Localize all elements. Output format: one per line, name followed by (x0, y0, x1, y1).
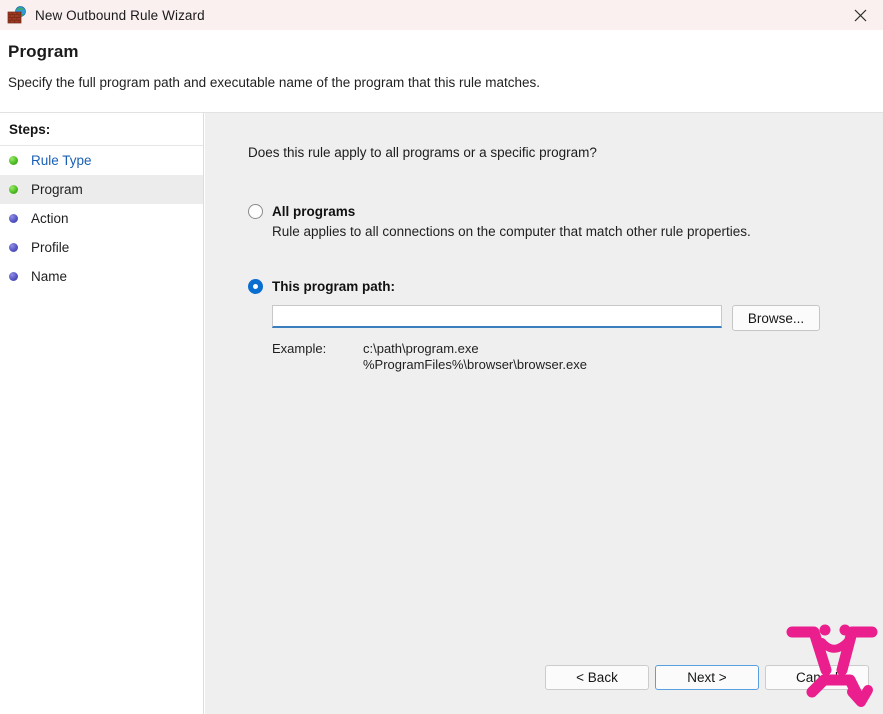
sidebar-item-profile[interactable]: Profile (0, 233, 203, 262)
step-bullet-icon (9, 185, 18, 194)
radio-this-program-path-row[interactable]: This program path: (248, 279, 395, 294)
sidebar-item-action[interactable]: Action (0, 204, 203, 233)
step-bullet-icon (9, 243, 18, 252)
step-bullet-icon (9, 272, 18, 281)
radio-this-program-path-icon[interactable] (248, 279, 263, 294)
all-programs-description: Rule applies to all connections on the c… (272, 224, 751, 239)
program-path-input[interactable] (272, 305, 722, 328)
question-text: Does this rule apply to all programs or … (248, 145, 597, 160)
steps-sidebar: Steps: Rule Type Program Action Profile (0, 113, 204, 714)
example-values: c:\path\program.exe %ProgramFiles%\brows… (363, 341, 587, 373)
browse-button[interactable]: Browse... (732, 305, 820, 331)
sidebar-item-label: Name (31, 269, 68, 284)
page-subtitle: Specify the full program path and execut… (8, 75, 541, 90)
firewall-globe-icon (7, 6, 27, 24)
back-button[interactable]: < Back (545, 665, 649, 690)
sidebar-item-label: Program (31, 182, 83, 197)
example-block: Example: c:\path\program.exe %ProgramFil… (272, 341, 587, 373)
steps-heading: Steps: (9, 122, 51, 137)
example-label: Example: (272, 341, 327, 356)
radio-this-program-path-label: This program path: (272, 279, 396, 294)
radio-all-programs-label: All programs (272, 204, 356, 219)
sidebar-item-name[interactable]: Name (0, 262, 203, 291)
sidebar-item-program[interactable]: Program (0, 175, 203, 204)
wizard-window: New Outbound Rule Wizard Program Specify… (0, 0, 883, 714)
example-value: c:\path\program.exe (363, 341, 479, 356)
next-button[interactable]: Next > (655, 665, 759, 690)
window-title: New Outbound Rule Wizard (35, 7, 205, 23)
close-icon (854, 9, 866, 21)
content-panel: Does this rule apply to all programs or … (205, 113, 883, 714)
cancel-button[interactable]: Cancel (765, 665, 869, 690)
steps-list: Rule Type Program Action Profile Name (0, 146, 203, 291)
sidebar-item-label: Rule Type (31, 153, 92, 168)
radio-all-programs-row[interactable]: All programs (248, 204, 751, 219)
wizard-footer: < Back Next > Cancel (205, 652, 883, 714)
close-button[interactable] (837, 0, 883, 30)
radio-all-programs-icon[interactable] (248, 204, 263, 219)
option-this-program-path: This program path: (248, 279, 395, 294)
sidebar-item-label: Action (31, 211, 69, 226)
sidebar-item-label: Profile (31, 240, 70, 255)
step-bullet-icon (9, 214, 18, 223)
example-value: %ProgramFiles%\browser\browser.exe (363, 357, 587, 372)
title-bar: New Outbound Rule Wizard (0, 0, 883, 30)
step-bullet-icon (9, 156, 18, 165)
program-path-row: Browse... (272, 305, 820, 331)
page-header: Program Specify the full program path an… (0, 30, 883, 113)
sidebar-item-rule-type[interactable]: Rule Type (0, 146, 203, 175)
option-all-programs: All programs Rule applies to all connect… (248, 204, 751, 239)
page-title: Program (8, 42, 79, 61)
